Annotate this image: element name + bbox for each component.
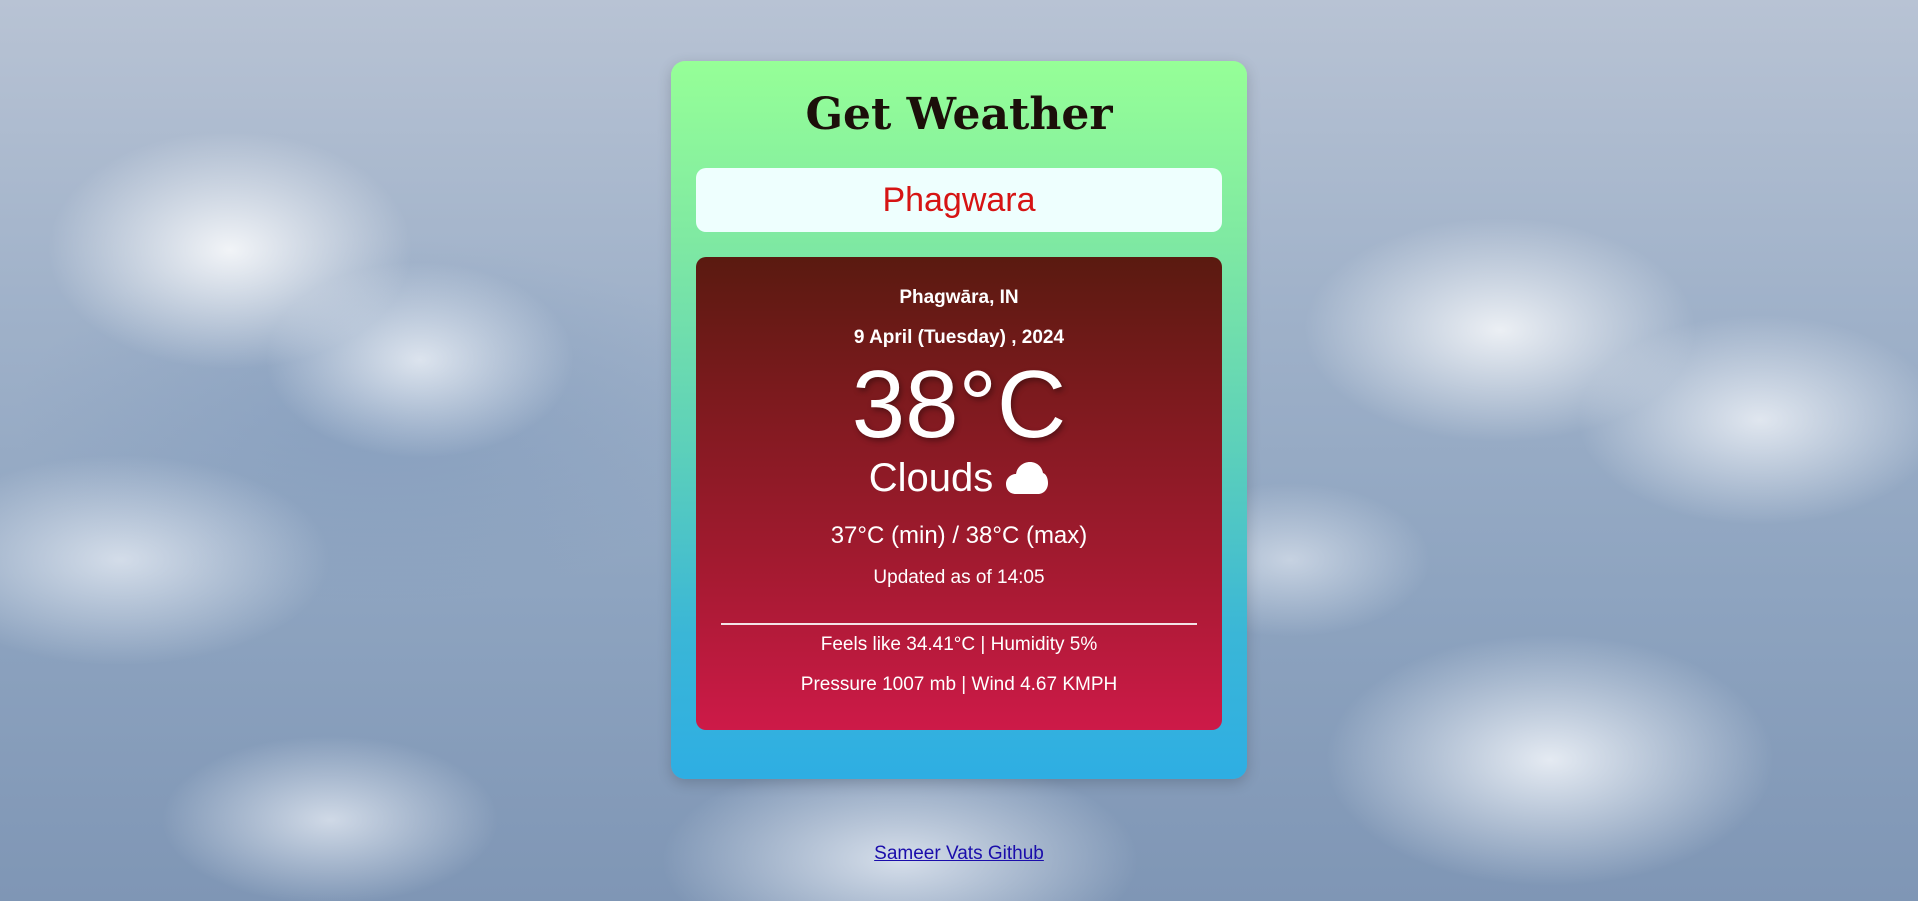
city-search-input[interactable]: [696, 168, 1222, 232]
cloud-icon: [1005, 461, 1049, 495]
divider: [721, 623, 1197, 625]
weather-card: Get Weather Phagwāra, IN 9 April (Tuesda…: [671, 61, 1247, 779]
feels-like-humidity: Feels like 34.41°C | Humidity 5%: [820, 634, 1098, 655]
github-link[interactable]: Sameer Vats Github: [0, 843, 1918, 865]
condition-label: Clouds: [868, 456, 994, 500]
pressure-wind: Pressure 1007 mb | Wind 4.67 KMPH: [800, 674, 1118, 695]
location-label: Phagwāra, IN: [899, 287, 1019, 308]
app-title: Get Weather: [805, 89, 1113, 140]
weather-panel: Phagwāra, IN 9 April (Tuesday) , 2024 38…: [696, 257, 1222, 730]
temperature-value: 38°C: [851, 351, 1067, 458]
updated-time: Updated as of 14:05: [873, 567, 1045, 588]
condition-row: Clouds: [696, 455, 1222, 501]
date-label: 9 April (Tuesday) , 2024: [853, 327, 1065, 348]
min-max-temperature: 37°C (min) / 38°C (max): [830, 522, 1088, 549]
